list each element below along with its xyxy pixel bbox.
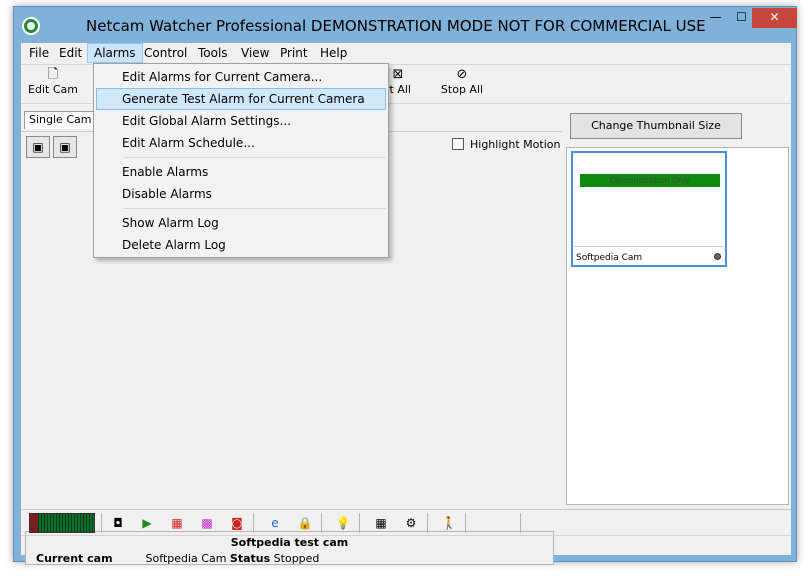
minimize-button[interactable]: — <box>702 8 729 28</box>
lock-icon[interactable]: 🔒 <box>295 514 315 532</box>
tab-single-cam[interactable]: Single Cam <box>24 111 97 129</box>
settings-icon[interactable]: ⚙ <box>401 514 421 532</box>
thumbnail-panel: Change Thumbnail Size Demonstration Only… <box>566 107 789 505</box>
qr-icon[interactable]: ▦ <box>371 514 391 532</box>
record-square-icon[interactable]: ◘ <box>108 514 128 532</box>
menu-generate-test-alarm[interactable]: Generate Test Alarm for Current Camera <box>96 88 386 110</box>
audio-level-meter <box>29 513 95 533</box>
menu-view[interactable]: View <box>235 43 275 63</box>
menu-help[interactable]: Help <box>314 43 353 63</box>
checkbox-icon <box>452 138 464 150</box>
browser-icon[interactable]: e <box>265 514 285 532</box>
close-button[interactable]: ✕ <box>752 8 797 28</box>
stop-icon: ⊘ <box>456 67 468 82</box>
menu-edit[interactable]: Edit <box>53 43 88 63</box>
menu-control[interactable]: Control <box>138 43 193 63</box>
monitor-icon[interactable]: ▣ <box>53 136 77 158</box>
menu-disable-alarms[interactable]: Disable Alarms <box>96 183 386 205</box>
menu-bar: File Edit Alarms Control Tools View Prin… <box>21 43 791 63</box>
app-logo-icon <box>22 17 40 35</box>
play-icon[interactable]: ▶ <box>137 514 157 532</box>
change-thumbnail-size-button[interactable]: Change Thumbnail Size <box>570 113 742 139</box>
bulb-icon[interactable]: 💡 <box>333 514 353 532</box>
menu-edit-alarm-schedule[interactable]: Edit Alarm Schedule... <box>96 132 386 154</box>
document-icon: 🗋 <box>47 67 59 82</box>
menu-file[interactable]: File <box>23 43 55 63</box>
thumbnail-label: Softpedia Cam <box>576 253 643 263</box>
menu-show-alarm-log[interactable]: Show Alarm Log <box>96 212 386 234</box>
bottom-toolbar: ◘ ▶ ▦ ▩ ◙ e 🔒 💡 ▦ ⚙ 🚶 <box>21 509 791 535</box>
alarms-dropdown-menu: Edit Alarms for Current Camera... Genera… <box>93 63 389 258</box>
camera-thumbnail[interactable]: Demonstration Only Softpedia Cam <box>571 151 727 267</box>
status-dot-icon <box>714 253 721 260</box>
stop-record-icon[interactable]: ◙ <box>227 514 247 532</box>
stop-all-button[interactable]: ⊘ Stop All <box>436 67 488 97</box>
monitor-icon[interactable]: ▣ <box>26 136 50 158</box>
menu-print[interactable]: Print <box>274 43 314 63</box>
demo-overlay: Demonstration Only <box>580 174 720 187</box>
menu-edit-global-alarm-settings[interactable]: Edit Global Alarm Settings... <box>96 110 386 132</box>
menu-delete-alarm-log[interactable]: Delete Alarm Log <box>96 234 386 256</box>
maximize-button[interactable]: ☐ <box>728 8 755 28</box>
window-title: Netcam Watcher Professional DEMONSTRATIO… <box>86 17 706 35</box>
title-bar[interactable]: Netcam Watcher Professional DEMONSTRATIO… <box>14 7 797 45</box>
mosaic-icon[interactable]: ▩ <box>197 514 217 532</box>
film-icon[interactable]: ▦ <box>167 514 187 532</box>
thumbnail-area: Demonstration Only Softpedia Cam <box>566 147 789 505</box>
walk-icon[interactable]: 🚶 <box>439 514 459 532</box>
menu-alarms[interactable]: Alarms <box>87 43 143 63</box>
status-bar <box>21 535 791 555</box>
menu-enable-alarms[interactable]: Enable Alarms <box>96 161 386 183</box>
highlight-motion-checkbox[interactable]: Highlight Motion <box>452 138 560 151</box>
menu-tools[interactable]: Tools <box>192 43 234 63</box>
menu-edit-alarms-current-camera[interactable]: Edit Alarms for Current Camera... <box>96 66 386 88</box>
edit-cam-button[interactable]: 🗋 Edit Cam <box>27 67 79 97</box>
